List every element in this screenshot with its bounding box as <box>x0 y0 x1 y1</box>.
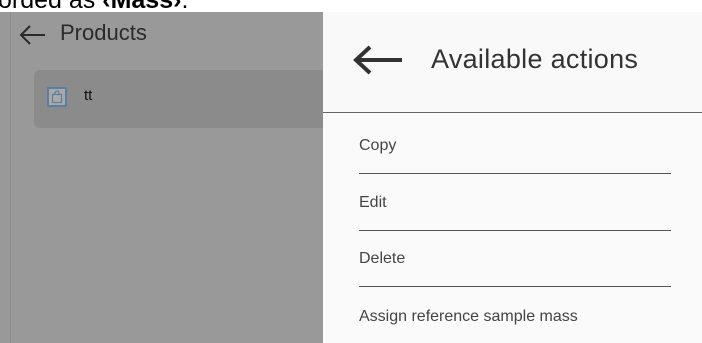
action-divider <box>359 286 671 287</box>
product-list-item[interactable]: tt <box>34 70 323 128</box>
products-title: Products <box>60 20 147 45</box>
action-label: Assign reference sample mass <box>359 308 578 325</box>
document-bold-text: ‹Mass› <box>102 0 181 12</box>
action-label: Edit <box>359 194 387 211</box>
action-copy[interactable]: Copy <box>359 137 671 174</box>
shopping-bag-icon <box>47 87 67 107</box>
actions-header: Available actions <box>323 12 702 112</box>
device-screen: Products tt Available actions Copy Edit … <box>0 12 702 343</box>
action-divider <box>359 230 671 231</box>
document-fragment: orded as ‹Mass›. <box>0 0 702 12</box>
action-delete[interactable]: Delete <box>359 250 671 287</box>
available-actions-panel: Available actions Copy Edit Delete Assig… <box>323 12 702 343</box>
action-divider <box>359 173 671 174</box>
action-edit[interactable]: Edit <box>359 194 671 231</box>
arrow-left-icon[interactable] <box>17 21 47 49</box>
panel-edge <box>10 12 11 343</box>
action-label: Delete <box>359 250 406 267</box>
products-panel: Products tt <box>0 12 323 343</box>
actions-title: Available actions <box>431 44 639 74</box>
document-text-suffix: . <box>181 0 188 12</box>
product-name: tt <box>84 87 93 104</box>
header-divider <box>323 112 702 113</box>
action-label: Copy <box>359 137 397 154</box>
document-text: orded as <box>0 0 102 12</box>
arrow-left-icon[interactable] <box>350 40 404 80</box>
action-assign-reference-sample-mass[interactable]: Assign reference sample mass <box>359 308 671 343</box>
products-header: Products <box>0 12 323 60</box>
